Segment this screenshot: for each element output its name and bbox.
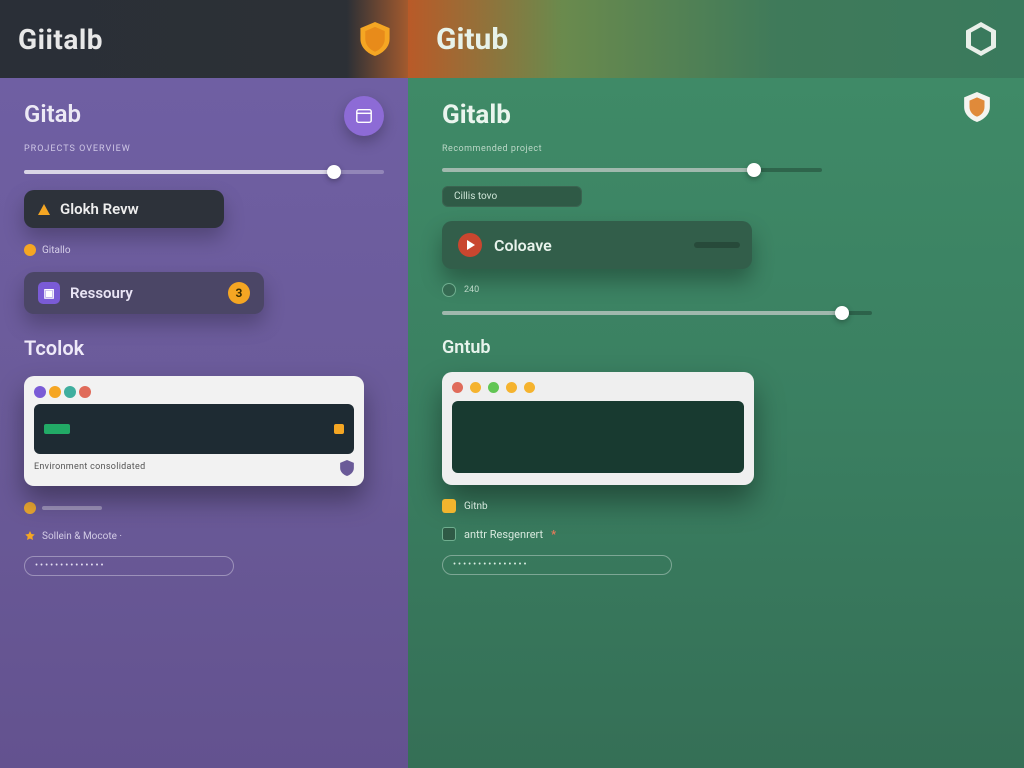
right-slider-2[interactable]	[442, 311, 872, 315]
avatar-row	[34, 386, 354, 398]
dot-icon	[24, 244, 36, 256]
mini-chip-1-label: Gitallo	[42, 245, 71, 256]
shield-white-icon	[964, 92, 990, 122]
terminal-card[interactable]: Environment consolidated	[24, 376, 364, 486]
right-brand: Gitub	[436, 22, 508, 57]
left-brand: Giitalb	[18, 23, 103, 56]
window-icon	[355, 107, 373, 125]
checkbox-icon[interactable]	[442, 527, 456, 541]
right-password-field[interactable]: •••••••••••••••	[442, 555, 672, 575]
close-icon[interactable]	[452, 382, 463, 393]
left-sub-brand: Gitab	[24, 100, 384, 128]
section-label: PROJECTS OVERVIEW	[24, 144, 384, 154]
mini-chip-2[interactable]	[24, 502, 384, 514]
left-body: Gitab PROJECTS OVERVIEW Glokh Revw Gital…	[0, 78, 408, 768]
chip-button[interactable]: Cillis tovo	[442, 186, 582, 207]
chip-label: Cillis tovo	[454, 191, 497, 202]
triangle-icon	[38, 204, 50, 215]
mini-bar	[42, 506, 102, 510]
minimize-icon[interactable]	[470, 382, 481, 393]
required-asterisk: *	[551, 528, 556, 541]
repo-badge: 3	[228, 282, 250, 304]
hexagon-icon	[966, 22, 996, 56]
yellow-chip[interactable]: Gitnb	[442, 499, 990, 513]
dot-line[interactable]: 240	[442, 283, 990, 297]
right-body: Gitalb Recommended project Cillis tovo C…	[408, 78, 1024, 768]
right-footer-line[interactable]: anttr Resgenrert *	[442, 527, 990, 541]
terminal-inner	[34, 404, 354, 454]
repo-icon: ▣	[38, 282, 60, 304]
collaborate-label: Coloave	[494, 236, 552, 255]
terminal-caption: Environment consolidated	[34, 462, 354, 472]
right-slider-1[interactable]	[442, 168, 822, 172]
mini-chip-1[interactable]: Gitallo	[24, 244, 384, 256]
star-icon	[24, 530, 36, 542]
dot-icon	[442, 283, 456, 297]
review-label: Glokh Revw	[60, 200, 139, 218]
review-button[interactable]: Glokh Revw	[24, 190, 224, 228]
yellow-chip-label: Gitnb	[464, 501, 488, 512]
dot-icon	[24, 502, 36, 514]
extra-dot-icon	[524, 382, 535, 393]
dot-label: 240	[464, 285, 479, 295]
left-footer-text: Sollein & Mocote ·	[42, 531, 122, 542]
left-slider-1[interactable]	[24, 170, 384, 174]
right-panel: Gitub Gitalb Recommended project Cillis …	[408, 0, 1024, 768]
marker-icon	[334, 424, 344, 434]
folder-icon	[442, 499, 456, 513]
code-window[interactable]	[442, 372, 754, 485]
dashboard-button[interactable]	[344, 96, 384, 136]
right-sub-brand: Gitalb	[442, 100, 990, 130]
code-area[interactable]	[452, 401, 744, 473]
shield-small-icon	[340, 460, 354, 476]
toolkit-title: Tcolok	[24, 336, 384, 360]
collaborate-button[interactable]: Coloave	[442, 221, 752, 269]
left-footer-line[interactable]: Sollein & Mocote ·	[24, 530, 384, 542]
window-controls[interactable]	[452, 382, 744, 393]
left-panel: Giitalb Gitab PROJECTS OVERVIEW Glokh Re…	[0, 0, 408, 768]
repository-label: Ressoury	[70, 284, 133, 302]
left-password-field[interactable]: ••••••••••••••	[24, 556, 234, 576]
left-topbar: Giitalb	[0, 0, 408, 78]
play-icon	[458, 233, 482, 257]
right-footer-text: anttr Resgenrert	[464, 528, 543, 541]
extra-dot-icon	[506, 382, 517, 393]
right-sub-brand-2: Gntub	[442, 337, 990, 358]
repository-button[interactable]: ▣ Ressoury 3	[24, 272, 264, 314]
shield-icon	[360, 22, 390, 56]
right-topbar: Gitub	[408, 0, 1024, 78]
mini-progress	[694, 242, 740, 248]
right-hint: Recommended project	[442, 144, 990, 154]
cursor-icon	[44, 424, 70, 434]
maximize-icon[interactable]	[488, 382, 499, 393]
